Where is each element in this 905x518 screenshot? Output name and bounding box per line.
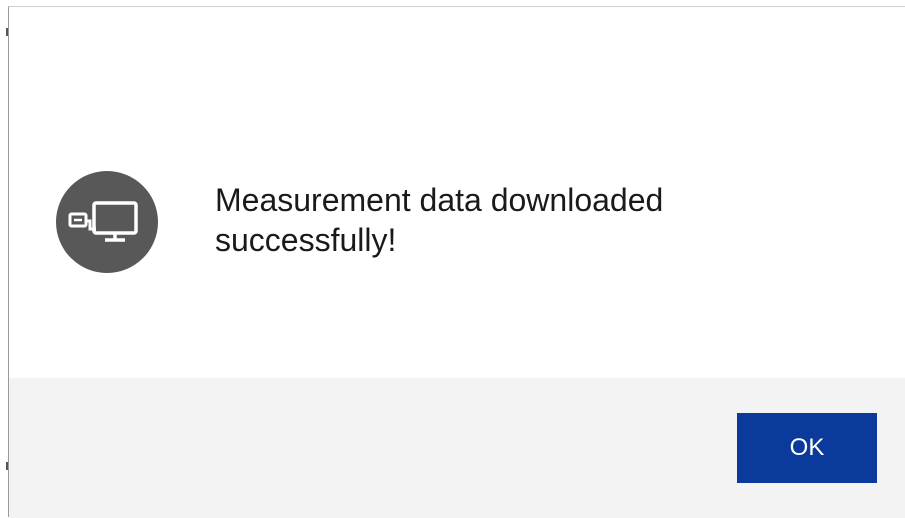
message-dialog: Measurement data downloaded successfully… [8, 6, 905, 518]
dialog-body: Measurement data downloaded successfully… [9, 7, 905, 377]
message-line-2: successfully! [215, 222, 397, 258]
network-computer-icon [56, 171, 158, 273]
dialog-message: Measurement data downloaded successfully… [215, 180, 815, 260]
dialog-footer: OK [9, 378, 905, 518]
message-line-1: Measurement data downloaded [215, 182, 664, 218]
ok-button[interactable]: OK [737, 413, 877, 483]
